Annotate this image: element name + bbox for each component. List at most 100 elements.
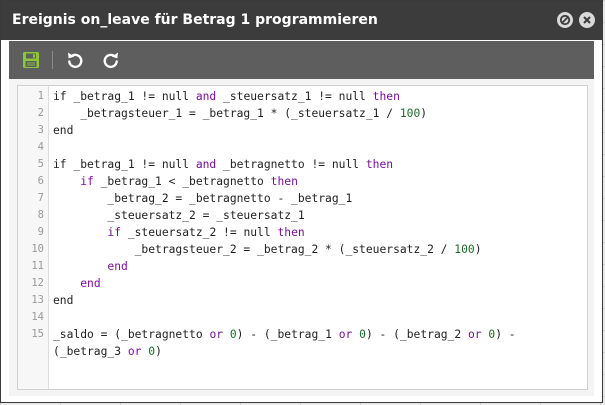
text-token: _saldo = (_betragnetto	[53, 328, 210, 341]
code-line[interactable]: 2 _betragsteuer_1 = _betrag_1 * (_steuer…	[18, 105, 587, 122]
script-editor-dialog: Ereignis on_leave für Betrag 1 programmi…	[0, 0, 603, 403]
line-text: _saldo = (_betragnetto or 0) - (_betrag_…	[53, 326, 516, 343]
line-number: 7	[37, 192, 44, 204]
text-token: if _betrag_1 != null	[53, 90, 196, 103]
code-line[interactable]: 14	[18, 309, 587, 326]
line-number: 12	[31, 277, 44, 289]
text-token: _betrag_2 = _betragnetto - _betrag_1	[53, 192, 353, 205]
number-token: 100	[454, 243, 475, 256]
line-number: 3	[37, 124, 44, 136]
toolbar-separator	[52, 51, 53, 69]
text-token: )	[155, 345, 162, 358]
text-token: _betrag_1 < _betragnetto	[93, 175, 271, 188]
keyword-token: then	[372, 90, 400, 103]
text-token: ) - (_betrag_1	[236, 328, 339, 341]
line-number: 2	[37, 107, 44, 119]
text-token: if _betrag_1 != null	[53, 158, 196, 171]
line-number: 15	[31, 328, 44, 340]
undo-icon[interactable]	[65, 50, 85, 70]
line-text: _betragsteuer_1 = _betrag_1 * (_steuersa…	[53, 105, 427, 122]
line-number: 5	[37, 158, 44, 170]
line-text: if _steuersatz_2 != null then	[53, 224, 305, 241]
keyword-token: if	[80, 175, 94, 188]
code-line[interactable]: 15 _saldo = (_betragnetto or 0) - (_betra…	[18, 326, 587, 343]
line-number: 4	[37, 141, 44, 153]
keyword-token: then	[277, 226, 305, 239]
line-text: if _betrag_1 != null and _steuersatz_1 !…	[53, 88, 400, 105]
text-token: _betragnetto != null	[216, 158, 366, 171]
text-token: (_betrag_3	[53, 345, 128, 358]
keyword-token: then	[365, 158, 394, 171]
line-text: end	[53, 122, 73, 139]
text-token: end	[53, 294, 74, 307]
code-line[interactable]: 4	[18, 139, 587, 156]
dialog-titlebar[interactable]: Ereignis on_leave für Betrag 1 programmi…	[1, 1, 602, 40]
code-line[interactable]: 12 end	[18, 275, 587, 292]
text-token: )	[474, 243, 482, 256]
text-token: ) -	[495, 328, 516, 341]
minimize-icon[interactable]	[557, 12, 573, 28]
keyword-token: and	[195, 90, 217, 103]
dialog-title: Ereignis on_leave für Betrag 1 programmi…	[12, 12, 378, 28]
code-line[interactable]: 3 end	[18, 122, 587, 139]
text-token: _betragsteuer_1 = _betrag_1 * (_steuersa…	[53, 107, 400, 120]
close-icon[interactable]	[579, 12, 595, 28]
line-number: 1	[37, 90, 44, 102]
code-lines[interactable]: 1 if _betrag_1 != null and _steuersatz_1 …	[18, 88, 587, 360]
editor-toolbar	[9, 41, 594, 79]
line-text: (_betrag_3 or 0)	[53, 343, 162, 360]
line-number: 9	[37, 226, 44, 238]
code-line[interactable]: 1 if _betrag_1 != null and _steuersatz_1 …	[18, 88, 587, 105]
number-token: 0	[229, 328, 237, 341]
line-number: 13	[31, 294, 44, 306]
line-number: 14	[31, 311, 44, 323]
keyword-token: if	[107, 226, 122, 239]
text-token: ) - (_betrag_2	[365, 328, 468, 341]
text-token: _betragsteuer_2 = _betrag_2 * (_steuersa…	[53, 243, 455, 256]
keyword-token: or	[209, 328, 224, 341]
keyword-token: and	[195, 158, 217, 171]
line-number: 11	[31, 260, 44, 272]
keyword-token: end	[80, 277, 101, 290]
keyword-token: end	[107, 260, 128, 273]
line-text: end	[53, 292, 73, 309]
code-line[interactable]: 11 end	[18, 258, 587, 275]
redo-icon[interactable]	[101, 50, 121, 70]
line-text: end	[53, 258, 128, 275]
save-icon[interactable]	[21, 50, 41, 70]
code-line[interactable]: 7 _betrag_2 = _betragnetto - _betrag_1	[18, 190, 587, 207]
code-line[interactable]: 10 _betragsteuer_2 = _betrag_2 * (_steue…	[18, 241, 587, 258]
text-token: _steuersatz_2 = _steuersatz_1	[53, 209, 305, 222]
code-line[interactable]: (_betrag_3 or 0)	[18, 343, 587, 360]
line-text: if _betrag_1 < _betragnetto then	[53, 173, 298, 190]
line-text: if _betrag_1 != null and _betragnetto !=…	[53, 156, 393, 173]
keyword-token: then	[270, 175, 298, 188]
dialog-body: 1 if _betrag_1 != null and _steuersatz_1 …	[9, 41, 594, 396]
code-line[interactable]: 8 _steuersatz_2 = _steuersatz_1	[18, 207, 587, 224]
number-token: 100	[399, 107, 421, 120]
line-text: end	[53, 275, 101, 292]
text-token: end	[53, 124, 74, 137]
line-number: 8	[37, 209, 44, 221]
keyword-token: or	[338, 328, 353, 341]
line-text: _betragsteuer_2 = _betrag_2 * (_steuersa…	[53, 241, 482, 258]
keyword-token: or	[467, 328, 482, 341]
line-text: _betrag_2 = _betragnetto - _betrag_1	[53, 190, 352, 207]
code-line[interactable]: 13 end	[18, 292, 587, 309]
line-number: 10	[31, 243, 44, 255]
text-token: _steuersatz_2 != null	[121, 226, 278, 239]
code-editor[interactable]: 1 if _betrag_1 != null and _steuersatz_1 …	[17, 85, 588, 390]
text-token: )	[420, 107, 428, 120]
code-line[interactable]: 6 if _betrag_1 < _betragnetto then	[18, 173, 587, 190]
line-text: _steuersatz_2 = _steuersatz_1	[53, 207, 305, 224]
code-line[interactable]: 5 if _betrag_1 != null and _betragnetto !…	[18, 156, 587, 173]
number-token: 0	[359, 328, 366, 341]
keyword-token: or	[127, 345, 142, 358]
line-number: 6	[37, 175, 44, 187]
code-line[interactable]: 9 if _steuersatz_2 != null then	[18, 224, 587, 241]
